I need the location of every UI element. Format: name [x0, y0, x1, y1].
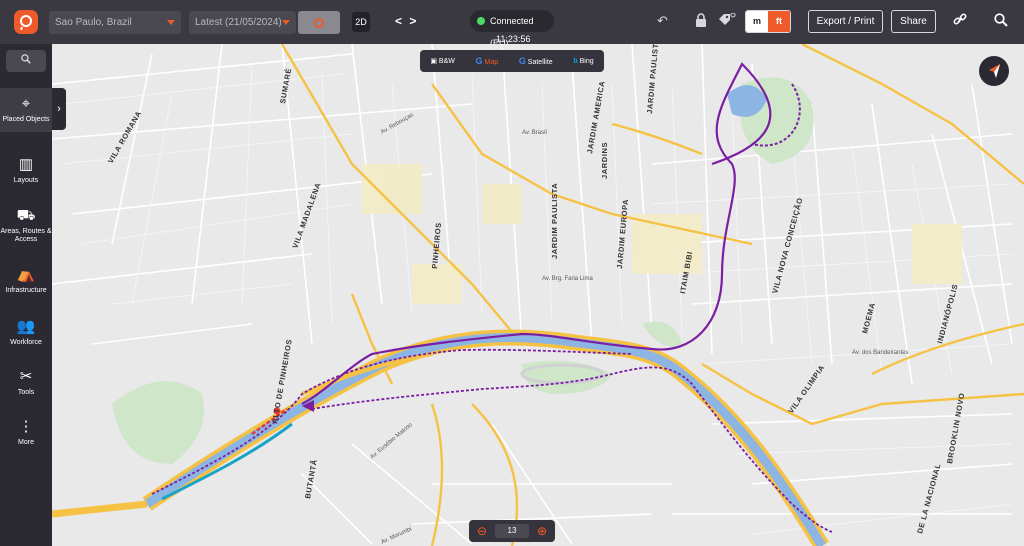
unit-toggle[interactable]: m ft — [745, 10, 791, 33]
sidebar-item-infrastructure[interactable]: ⛺ Infrastructure — [0, 266, 52, 295]
svg-text:INDIANÓPOLIS: INDIANÓPOLIS — [935, 283, 960, 345]
map-base: SUMARÉ VILA ROMANA VILA MADALENA JARDIM … — [52, 44, 1024, 546]
layouts-icon: ▥ — [18, 156, 34, 173]
location-select[interactable]: Sao Paulo, Brazil — [49, 11, 181, 34]
sidebar-item-tools[interactable]: ✂ Tools — [0, 368, 52, 397]
sidebar-item-label: Tools — [17, 389, 35, 396]
sidebar-expand-button[interactable]: › — [52, 88, 66, 130]
export-print-button[interactable]: Export / Print — [808, 10, 883, 33]
svg-text:Av. Eusébio Matoso: Av. Eusébio Matoso — [369, 422, 414, 461]
svg-text:DE LA NACIONAL: DE LA NACIONAL — [915, 462, 942, 534]
zoom-level-value[interactable]: 13 — [495, 524, 529, 538]
sidebar-item-label: Infrastructure — [5, 287, 47, 294]
more-icon: ⋮ — [18, 418, 34, 435]
imagery-date-select[interactable]: Latest (21/05/2024) — [189, 11, 296, 34]
sidebar-item-layouts[interactable]: ▥ Layouts — [0, 156, 52, 185]
svg-text:Av. Brg. Faria Lima: Av. Brg. Faria Lima — [542, 276, 593, 282]
compass-button[interactable] — [979, 56, 1009, 86]
record-button[interactable] — [298, 11, 340, 34]
sidebar-item-label: Placed Objects — [2, 116, 50, 123]
google-icon: G — [518, 56, 526, 66]
layer-map-label: Map — [484, 59, 499, 66]
sidebar-item-areas-routes[interactable]: ⛟ Areas, Routes & Access — [0, 207, 52, 244]
top-toolbar: Sao Paulo, Brazil Latest (21/05/2024) 2D… — [0, 0, 1024, 48]
layer-bing-label: Bing — [579, 57, 594, 65]
tag-visibility-icon[interactable] — [718, 12, 736, 30]
imagery-date-value: Latest (21/05/2024) — [195, 17, 282, 28]
app-logo-icon[interactable] — [14, 10, 38, 34]
unit-m-option[interactable]: m — [746, 11, 768, 32]
bing-icon: b — [573, 57, 578, 65]
commercial-areas — [362, 164, 962, 304]
svg-text:Av. Brasil: Av. Brasil — [522, 130, 547, 136]
zoom-control: ⊖ 13 ⊕ — [469, 520, 555, 542]
sidebar: ⌖ Placed Objects ▥ Layouts ⛟ Areas, Rout… — [0, 44, 52, 546]
sidebar-item-label: Workforce — [10, 339, 42, 346]
map-canvas[interactable]: SUMARÉ VILA ROMANA VILA MADALENA JARDIM … — [52, 44, 1024, 546]
record-icon — [314, 17, 324, 28]
chevron-down-icon — [282, 20, 290, 25]
sidebar-item-workforce[interactable]: 👥 Workforce — [0, 318, 52, 347]
status-dot-icon — [477, 17, 485, 25]
chevron-down-icon — [167, 20, 175, 25]
highway-west — [52, 500, 148, 518]
arterial-roads — [280, 44, 1024, 546]
layer-satellite-label: Satellite — [527, 59, 553, 66]
google-icon: G — [475, 56, 483, 66]
svg-text:BUTANTÃ: BUTANTÃ — [303, 458, 319, 499]
svg-text:JARDINS: JARDINS — [600, 142, 609, 179]
link-icon[interactable] — [953, 13, 967, 30]
svg-text:JARDIM PAULISTANO: JARDIM PAULISTANO — [645, 44, 662, 114]
undo-icon[interactable]: ↶ — [657, 13, 668, 29]
route-path — [151, 62, 833, 533]
zoom-out-icon[interactable]: ⊖ — [474, 523, 490, 539]
search-icon[interactable] — [994, 13, 1008, 30]
layer-map-option[interactable]: G Map — [476, 56, 499, 66]
search-icon — [21, 54, 31, 64]
svg-text:VILA ROMANA: VILA ROMANA — [106, 109, 143, 165]
sidebar-search-button[interactable] — [6, 50, 46, 72]
view-2d-toggle[interactable]: 2D — [352, 12, 370, 32]
tools-icon: ✂ — [19, 368, 33, 385]
unit-ft-option[interactable]: ft — [768, 11, 790, 32]
svg-text:VILA NOVA CONCEIÇÃO: VILA NOVA CONCEIÇÃO — [770, 197, 804, 295]
map-pin-icon: ⌖ — [21, 95, 31, 112]
svg-text:Av. Rebouças: Av. Rebouças — [380, 112, 415, 136]
svg-text:PINHEIROS: PINHEIROS — [430, 222, 443, 269]
svg-text:VILA OLIMPIA: VILA OLIMPIA — [786, 363, 826, 415]
zoom-in-icon[interactable]: ⊕ — [534, 523, 550, 539]
svg-text:BROOKLIN NOVO: BROOKLIN NOVO — [945, 392, 966, 464]
sidebar-item-label: Areas, Routes & Access — [0, 228, 52, 243]
routes-icon: ⛟ — [16, 207, 36, 224]
embed-code-button[interactable]: < > — [395, 14, 418, 28]
map-layer-switcher: ▣ B&W G Map G Satellite b Bing — [420, 50, 604, 72]
location-value: Sao Paulo, Brazil — [55, 17, 132, 28]
sidebar-item-label: Layouts — [13, 177, 39, 184]
layer-satellite-option[interactable]: G Satellite — [519, 56, 553, 66]
svg-text:JARDIM PAULISTA: JARDIM PAULISTA — [550, 183, 559, 259]
svg-text:VILA MADALENA: VILA MADALENA — [290, 181, 322, 249]
sidebar-item-more[interactable]: ⋮ More — [0, 418, 52, 447]
sidebar-item-placed-objects[interactable]: ⌖ Placed Objects — [0, 88, 52, 132]
layer-bing-option[interactable]: b Bing — [573, 58, 593, 65]
layer-bw-label: B&W — [438, 58, 455, 65]
workforce-icon: 👥 — [16, 318, 36, 335]
sidebar-item-label: More — [18, 439, 34, 446]
svg-text:Av. Morumbi: Av. Morumbi — [380, 526, 413, 545]
connection-status: Connected (EU) — [470, 10, 554, 48]
svg-text:SUMARÉ: SUMARÉ — [278, 67, 293, 104]
compass-arrow-icon — [989, 64, 1000, 78]
share-button[interactable]: Share — [891, 10, 936, 33]
lock-icon[interactable] — [695, 13, 707, 30]
clock: 11:23:56 — [496, 34, 531, 44]
svg-text:Av. dos Bandeirantes: Av. dos Bandeirantes — [852, 350, 908, 356]
infrastructure-icon: ⛺ — [16, 266, 36, 283]
layer-bw-option[interactable]: ▣ B&W — [430, 57, 455, 65]
